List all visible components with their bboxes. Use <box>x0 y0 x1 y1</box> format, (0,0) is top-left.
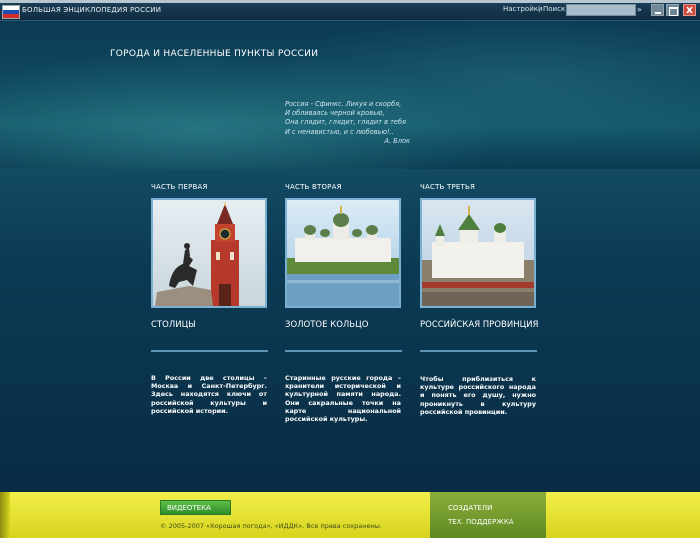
section-divider <box>285 350 402 352</box>
golden-ring-image[interactable] <box>285 198 401 308</box>
main-content: ЧАСТЬ ПЕРВАЯ СТОЛИЦЫ В России две столиц… <box>0 169 700 492</box>
section-description: Старинные русские города – хранители ист… <box>285 374 401 424</box>
search-go-button[interactable]: » <box>637 5 642 14</box>
minimize-icon[interactable] <box>651 4 664 16</box>
video-library-button[interactable]: ВИДЕОТЕКА <box>160 500 231 515</box>
header-banner: ГОРОДА И НАСЕЛЕННЫЕ ПУНКТЫ РОССИИ Россия… <box>0 21 700 169</box>
section-description: В России две столицы – Москва и Санкт-Пе… <box>151 374 267 415</box>
poem-line: Россия - Сфинкс. Ликуя и скорбя, <box>285 100 402 108</box>
footer: ВИДЕОТЕКА © 2005-2007 «Хорошая погода», … <box>0 492 700 538</box>
poem-quote: Россия - Сфинкс. Ликуя и скорбя, И облив… <box>285 100 425 146</box>
section-part-label: ЧАСТЬ ТРЕТЬЯ <box>420 183 476 191</box>
russian-flag-icon <box>2 5 20 19</box>
close-icon[interactable] <box>683 4 696 16</box>
copyright-text: © 2005-2007 «Хорошая погода», «ИДДК». Вс… <box>160 522 382 530</box>
poem-line: И с ненавистью, и с любовью!.. <box>285 127 394 136</box>
creators-link[interactable]: СОЗДАТЕЛИ <box>448 504 492 512</box>
title-separator: | <box>538 5 541 13</box>
section-part-label: ЧАСТЬ ПЕРВАЯ <box>151 183 208 191</box>
section-divider <box>151 350 268 352</box>
page-title: ГОРОДА И НАСЕЛЕННЫЕ ПУНКТЫ РОССИИ <box>110 49 319 59</box>
section-divider <box>420 350 537 352</box>
footer-edge <box>0 492 10 538</box>
app-title: БОЛЬШАЯ ЭНЦИКЛОПЕДИЯ РОССИИ <box>22 6 162 14</box>
poem-line: Она глядит, глядит, глядит в тебя <box>285 118 407 127</box>
title-bar: БОЛЬШАЯ ЭНЦИКЛОПЕДИЯ РОССИИ Настройки | … <box>0 3 700 21</box>
tech-support-link[interactable]: ТЕХ. ПОДДЕРЖКА <box>448 518 514 526</box>
section-heading[interactable]: РОССИЙСКАЯ ПРОВИНЦИЯ <box>420 320 540 331</box>
capitals-image[interactable] <box>151 198 267 308</box>
province-image[interactable] <box>420 198 536 308</box>
section-heading[interactable]: ЗОЛОТОЕ КОЛЬЦО <box>285 320 405 331</box>
settings-link[interactable]: Настройки <box>503 5 543 13</box>
maximize-icon[interactable] <box>666 4 679 16</box>
search-label: Поиск: <box>543 5 568 13</box>
search-input[interactable] <box>566 4 636 16</box>
footer-side-panel: СОЗДАТЕЛИ ТЕХ. ПОДДЕРЖКА <box>430 492 546 538</box>
section-part-label: ЧАСТЬ ВТОРАЯ <box>285 183 342 191</box>
section-heading[interactable]: СТОЛИЦЫ <box>151 320 271 331</box>
section-description: Чтобы приблизиться к культуре российског… <box>420 375 536 416</box>
poem-line: И обливаясь черной кровью, <box>285 109 385 118</box>
poem-author: А. Блок <box>384 136 410 145</box>
